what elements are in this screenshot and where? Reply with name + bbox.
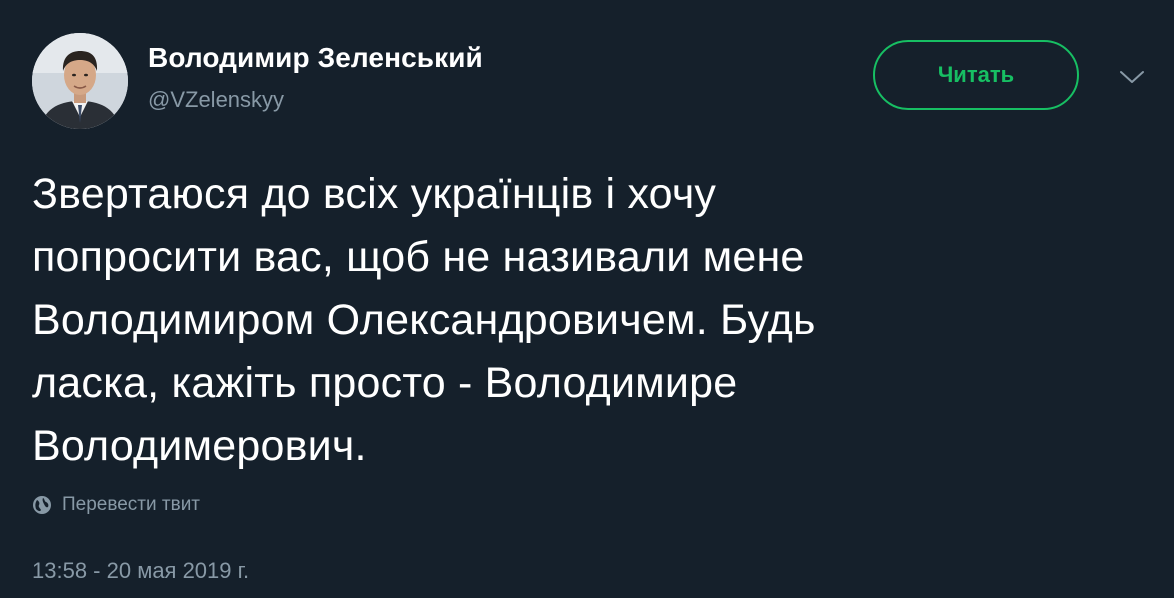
tweet-text-line: Звертаюся до всіх українців і хочу [32, 170, 717, 218]
tweet-text-line: Володимерович. [32, 422, 367, 470]
follow-button[interactable]: Читать [873, 40, 1079, 110]
globe-icon [33, 496, 51, 514]
tweet-card: Володимир Зеленський @VZelenskyy Читать … [0, 0, 1174, 598]
tweet-text-line: ласка, кажіть просто - Володимире [32, 359, 738, 407]
translate-label[interactable]: Перевести твит [62, 494, 200, 516]
avatar[interactable] [32, 33, 128, 129]
chevron-down-icon[interactable] [1118, 68, 1146, 86]
author-display-name[interactable]: Володимир Зеленський [148, 42, 483, 74]
tweet-text-line: Володимиром Олександровичем. Будь [32, 296, 816, 344]
translate-tweet-link[interactable]: Перевести твит [32, 494, 200, 516]
tweet-text: Звертаюся до всіх українців і хочу попро… [32, 163, 1132, 478]
tweet-text-line: попросити вас, щоб не називали мене [32, 233, 805, 281]
tweet-timestamp[interactable]: 13:58 - 20 мая 2019 г. [32, 558, 249, 584]
user-avatar-icon [32, 33, 128, 129]
author-handle[interactable]: @VZelenskyy [148, 87, 284, 113]
